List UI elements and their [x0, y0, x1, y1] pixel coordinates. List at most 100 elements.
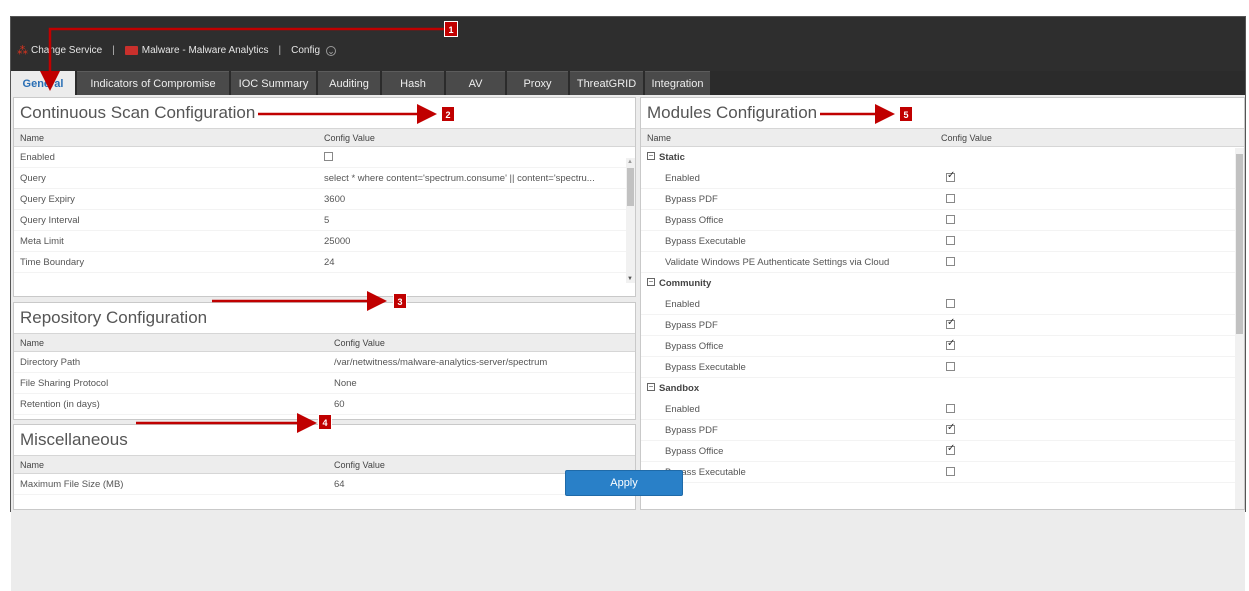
table-row[interactable]: Enabled — [641, 294, 1244, 315]
unchecked-checkbox[interactable] — [946, 298, 955, 308]
column-header-config-value[interactable]: Config Value — [334, 334, 385, 353]
table-row[interactable]: Enabled — [14, 147, 635, 168]
tab-proxy[interactable]: Proxy — [507, 71, 568, 95]
table-row[interactable]: Query select * where content='spectrum.c… — [14, 168, 635, 189]
enabled-checkbox[interactable] — [324, 147, 333, 168]
checked-checkbox[interactable] — [946, 316, 955, 330]
column-header-name[interactable]: Name — [20, 334, 44, 353]
row-value: select * where content='spectrum.consume… — [324, 173, 595, 184]
table-row[interactable]: Query Expiry 3600 — [14, 189, 635, 210]
config-checkbox[interactable] — [946, 252, 955, 273]
unchecked-checkbox[interactable] — [946, 256, 955, 266]
table-row[interactable]: Validate Windows PE Authenticate Setting… — [641, 252, 1244, 273]
malware-icon — [124, 46, 138, 55]
config-checkbox[interactable] — [946, 315, 955, 336]
checked-checkbox[interactable] — [946, 169, 955, 183]
config-checkbox[interactable] — [946, 336, 955, 357]
tab-threatgrid[interactable]: ThreatGRID — [570, 71, 643, 95]
change-service-link[interactable]: Change Service — [31, 45, 102, 56]
config-checkbox[interactable] — [946, 210, 955, 231]
table-row[interactable]: File Sharing Protocol None — [14, 373, 635, 394]
table-row[interactable]: Bypass Executable — [641, 357, 1244, 378]
row-name: Bypass Office — [665, 446, 724, 457]
unchecked-checkbox[interactable] — [946, 214, 955, 224]
config-checkbox[interactable] — [946, 357, 955, 378]
table-row[interactable]: Bypass Executable — [641, 231, 1244, 252]
apply-button[interactable]: Apply — [565, 470, 683, 496]
collapse-icon[interactable]: − — [647, 383, 655, 392]
row-name: Query — [20, 173, 46, 184]
collapse-icon[interactable]: − — [647, 278, 655, 287]
unchecked-checkbox[interactable] — [946, 403, 955, 413]
table-row[interactable]: Bypass PDF — [641, 420, 1244, 441]
row-value: 64 — [334, 479, 345, 490]
chevron-down-icon[interactable]: ⌄ — [326, 45, 336, 56]
network-icon: ⁂ — [17, 45, 28, 57]
table-row[interactable]: Bypass PDF — [641, 315, 1244, 336]
config-checkbox[interactable] — [946, 231, 955, 252]
column-header-name[interactable]: Name — [20, 129, 44, 148]
tab-ioc-summary[interactable]: IOC Summary — [231, 71, 316, 95]
table-row[interactable]: Bypass Office — [641, 441, 1244, 462]
module-group-header[interactable]: − Sandbox — [641, 378, 1244, 399]
scrollbar-thumb[interactable] — [1236, 154, 1243, 334]
tab-auditing[interactable]: Auditing — [318, 71, 380, 95]
table-row[interactable]: Enabled — [641, 399, 1244, 420]
row-name: Bypass Executable — [665, 362, 746, 373]
config-checkbox[interactable] — [946, 294, 955, 315]
column-header-name[interactable]: Name — [647, 129, 671, 148]
unchecked-checkbox[interactable] — [946, 361, 955, 371]
checked-checkbox[interactable] — [946, 421, 955, 435]
config-checkbox[interactable] — [946, 420, 955, 441]
config-checkbox[interactable] — [946, 462, 955, 483]
checked-checkbox[interactable] — [946, 442, 955, 456]
row-name: Query Interval — [20, 215, 80, 226]
config-checkbox[interactable] — [946, 399, 955, 420]
config-menu[interactable]: Config — [291, 45, 320, 56]
collapse-icon[interactable]: − — [647, 152, 655, 161]
table-row[interactable]: Bypass Office — [641, 210, 1244, 231]
callout-5: 5 — [899, 106, 913, 122]
callout-3: 3 — [393, 293, 407, 309]
tab-hash[interactable]: Hash — [382, 71, 444, 95]
row-name: Bypass Executable — [665, 236, 746, 247]
config-checkbox[interactable] — [946, 168, 955, 189]
unchecked-checkbox[interactable] — [946, 193, 955, 203]
unchecked-checkbox[interactable] — [946, 466, 955, 476]
service-name[interactable]: Malware - Malware Analytics — [142, 45, 269, 56]
table-row[interactable]: Bypass Office — [641, 336, 1244, 357]
tab-indicators-of-compromise[interactable]: Indicators of Compromise — [77, 71, 229, 95]
table-row[interactable]: Meta Limit 25000 — [14, 231, 635, 252]
table-row[interactable]: Directory Path /var/netwitness/malware-a… — [14, 352, 635, 373]
table-row[interactable]: Query Interval 5 — [14, 210, 635, 231]
config-checkbox[interactable] — [946, 441, 955, 462]
row-name: Bypass PDF — [665, 194, 718, 205]
table-row[interactable]: Bypass PDF — [641, 189, 1244, 210]
scrollbar[interactable] — [1235, 148, 1244, 509]
tab-general[interactable]: General — [11, 71, 75, 95]
scroll-down-icon[interactable]: ▼ — [627, 276, 633, 282]
module-group-header[interactable]: − Community — [641, 273, 1244, 294]
row-name: Enabled — [20, 152, 55, 163]
tab-av[interactable]: AV — [446, 71, 505, 95]
table-row[interactable]: Time Boundary 24 — [14, 252, 635, 273]
column-header-name[interactable]: Name — [20, 456, 44, 475]
table-row[interactable]: Enabled — [641, 168, 1244, 189]
table-row[interactable]: Maximum File Size (MB) 64 — [14, 474, 635, 495]
scroll-up-icon[interactable]: ▲ — [627, 159, 633, 165]
table-row[interactable]: Retention (in days) 60 — [14, 394, 635, 415]
scrollbar-thumb[interactable] — [627, 168, 634, 206]
column-header-config-value[interactable]: Config Value — [334, 456, 385, 475]
separator: | — [278, 45, 282, 56]
module-group-header[interactable]: − Static — [641, 147, 1244, 168]
modules-table-body: −StaticEnabledBypass PDFBypass OfficeByp… — [641, 147, 1244, 483]
row-name: Validate Windows PE Authenticate Setting… — [665, 257, 890, 268]
column-header-config-value[interactable]: Config Value — [941, 129, 992, 148]
table-row[interactable]: Bypass Executable — [641, 462, 1244, 483]
column-header-config-value[interactable]: Config Value — [324, 129, 375, 148]
scrollbar[interactable]: ▲ ▼ — [626, 158, 635, 283]
checked-checkbox[interactable] — [946, 337, 955, 351]
unchecked-checkbox[interactable] — [946, 235, 955, 245]
tab-integration[interactable]: Integration — [645, 71, 710, 95]
config-checkbox[interactable] — [946, 189, 955, 210]
